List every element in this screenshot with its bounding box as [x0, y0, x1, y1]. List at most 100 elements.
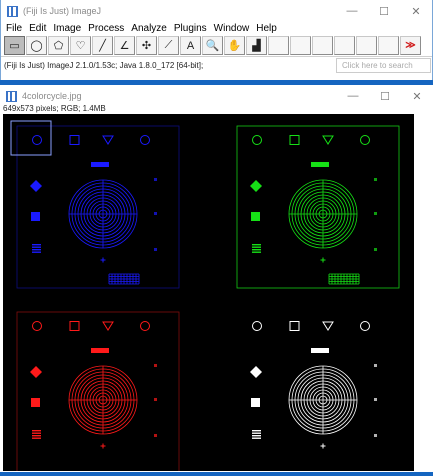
menu-edit[interactable]: Edit [29, 23, 46, 34]
window-controls: — ☐ ✕ [336, 0, 432, 22]
green-label-plate [311, 162, 329, 167]
white-right-dot [374, 364, 377, 367]
point-tool-icon[interactable]: ✣ [136, 36, 157, 55]
green-top-triangle [322, 135, 334, 145]
green-left-stripe [252, 249, 261, 251]
image-info: 649x573 pixels; RGB; 1.4MB [3, 104, 106, 113]
white-left-stripe [252, 437, 261, 439]
custom-tool-5[interactable] [356, 36, 377, 55]
imagej-main-window: (Fiji Is Just) ImageJ — ☐ ✕ File Edit Im… [0, 0, 433, 80]
menu-bar: File Edit Image Process Analyze Plugins … [1, 22, 432, 35]
blue-top-triangle [102, 135, 114, 145]
image-window-controls: — ☐ ✕ [337, 85, 433, 107]
white-left-square [251, 398, 260, 407]
hand-tool-icon[interactable]: ✋ [224, 36, 245, 55]
status-bar: (Fiji Is Just) ImageJ 2.1.0/1.53c; Java … [1, 56, 432, 75]
blue-left-stripe [32, 251, 41, 253]
maximize-icon[interactable]: ☐ [368, 0, 400, 22]
red-right-dot [154, 434, 157, 437]
minimize-icon[interactable]: — [336, 0, 368, 22]
green-top-square [289, 135, 300, 145]
more-tools-arrow-icon[interactable]: ≫ [400, 36, 421, 55]
blue-left-stripe [32, 249, 41, 251]
white-left-stripe [252, 435, 261, 437]
image-canvas[interactable] [3, 114, 414, 475]
green-top-circle [252, 135, 262, 145]
white-top-circle-right [360, 321, 370, 331]
blue-right-dot [154, 248, 157, 251]
menu-analyze[interactable]: Analyze [131, 23, 167, 34]
red-top-circle-right [140, 321, 150, 331]
red-top-circle [32, 321, 42, 331]
image-content [10, 120, 400, 475]
rectangle-tool-icon[interactable]: ▭ [4, 36, 25, 55]
menu-file[interactable]: File [6, 23, 22, 34]
custom-tool-1[interactable] [268, 36, 289, 55]
red-right-dot [154, 364, 157, 367]
status-text: (Fiji Is Just) ImageJ 2.1.0/1.53c; Java … [4, 61, 204, 70]
blue-left-square [31, 212, 40, 221]
menu-window[interactable]: Window [214, 23, 250, 34]
imagej-window-title: (Fiji Is Just) ImageJ [23, 6, 102, 16]
white-right-dot [374, 434, 377, 437]
white-label-plate [311, 348, 329, 353]
search-input[interactable]: Click here to search [336, 58, 431, 73]
freehand-tool-icon[interactable]: ♡ [70, 36, 91, 55]
angle-tool-icon[interactable]: ∠ [114, 36, 135, 55]
red-left-diamond [30, 366, 42, 378]
red-left-stripe [32, 435, 41, 437]
dropper-tool-icon[interactable]: ▟ [246, 36, 267, 55]
image-window-title: 4colorcycle.jpg [22, 91, 82, 101]
green-right-dot [374, 212, 377, 215]
white-top-square [289, 321, 300, 331]
red-left-stripe [32, 432, 41, 434]
blue-top-square [69, 135, 80, 145]
close-icon[interactable]: ✕ [401, 85, 433, 107]
tool-bar: ▭ ◯ ⬠ ♡ ╱ ∠ ✣ ⟋ A 🔍 ✋ ▟ ≫ [1, 35, 432, 56]
red-left-stripe [32, 437, 41, 439]
menu-plugins[interactable]: Plugins [174, 23, 207, 34]
green-top-circle-right [360, 135, 370, 145]
green-right-dot [374, 178, 377, 181]
custom-tool-3[interactable] [312, 36, 333, 55]
white-top-triangle [322, 321, 334, 331]
text-tool-icon[interactable]: A [180, 36, 201, 55]
magnifier-tool-icon[interactable]: 🔍 [202, 36, 223, 55]
polygon-tool-icon[interactable]: ⬠ [48, 36, 69, 55]
blue-right-dot [154, 178, 157, 181]
blue-panel-frame [16, 125, 180, 289]
custom-tool-6[interactable] [378, 36, 399, 55]
blue-right-dot [154, 212, 157, 215]
maximize-icon[interactable]: ☐ [369, 85, 401, 107]
green-left-stripe [252, 244, 261, 246]
line-tool-icon[interactable]: ╱ [92, 36, 113, 55]
imagej-app-icon [7, 5, 18, 17]
image-window-icon [6, 90, 17, 102]
blue-left-stripe [32, 244, 41, 246]
green-panel-frame [236, 125, 400, 289]
oval-tool-icon[interactable]: ◯ [26, 36, 47, 55]
menu-help[interactable]: Help [256, 23, 277, 34]
menu-process[interactable]: Process [88, 23, 124, 34]
red-top-square [69, 321, 80, 331]
custom-tool-2[interactable] [290, 36, 311, 55]
green-left-stripe [252, 246, 261, 248]
white-left-diamond [250, 366, 262, 378]
menu-image[interactable]: Image [53, 23, 81, 34]
white-left-stripe [252, 432, 261, 434]
green-left-diamond [250, 180, 262, 192]
red-right-dot [154, 398, 157, 401]
white-top-circle [252, 321, 262, 331]
custom-tool-4[interactable] [334, 36, 355, 55]
minimize-icon[interactable]: — [337, 85, 369, 107]
blue-top-circle-right [140, 135, 150, 145]
image-window: 4colorcycle.jpg — ☐ ✕ 649x573 pixels; RG… [0, 85, 433, 475]
green-left-stripe [252, 251, 261, 253]
white-left-stripe [252, 430, 261, 432]
imagej-title-bar[interactable]: (Fiji Is Just) ImageJ — ☐ ✕ [1, 0, 432, 22]
red-left-stripe [32, 430, 41, 432]
blue-top-circle [32, 135, 42, 145]
close-icon[interactable]: ✕ [400, 0, 432, 22]
wand-tool-icon[interactable]: ⟋ [158, 36, 179, 55]
green-right-dot [374, 248, 377, 251]
